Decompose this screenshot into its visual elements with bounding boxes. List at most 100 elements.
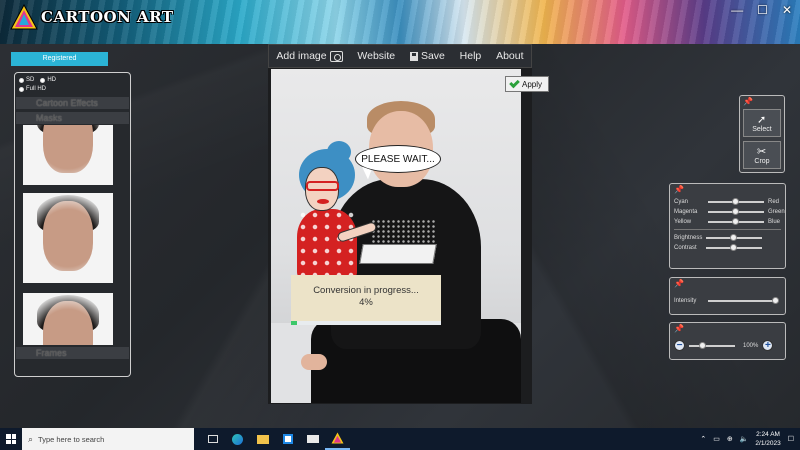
slider-knob[interactable] bbox=[732, 198, 739, 205]
slider-knob[interactable] bbox=[772, 297, 779, 304]
cw-body bbox=[297, 209, 357, 279]
cartoon-art-taskbar-icon[interactable] bbox=[325, 428, 350, 450]
mail-icon[interactable] bbox=[300, 428, 325, 450]
mask-thumbnails bbox=[16, 125, 129, 345]
window-controls: — ☐ ✕ bbox=[731, 3, 792, 17]
slider-yellow-label: Yellow bbox=[674, 219, 692, 225]
start-button[interactable] bbox=[0, 428, 22, 450]
radio-full-hd-dot bbox=[19, 87, 24, 92]
mask-thumbnail[interactable] bbox=[23, 193, 113, 283]
apply-label: Apply bbox=[522, 79, 543, 89]
taskbar-search[interactable]: ⌕ Type here to search bbox=[22, 428, 194, 450]
slider-knob[interactable] bbox=[730, 244, 737, 251]
divider bbox=[674, 229, 781, 230]
image-canvas: PLEASE WAIT... Conversion in progress...… bbox=[268, 66, 532, 404]
progress-dialog: Conversion in progress... 4% bbox=[291, 275, 441, 321]
maximize-button[interactable]: ☐ bbox=[757, 3, 768, 17]
slider-brightness[interactable]: Brightness bbox=[674, 234, 762, 241]
radio-sd-dot bbox=[19, 78, 24, 83]
slider-red-label: Red bbox=[768, 199, 780, 205]
radio-sd-label: SD bbox=[26, 77, 35, 83]
clock[interactable]: 2:24 AM 2/1/2023 bbox=[755, 430, 780, 448]
photo-hand bbox=[301, 354, 327, 370]
slider-knob[interactable] bbox=[730, 234, 737, 241]
slider-cyan-label: Cyan bbox=[674, 199, 689, 205]
slider-knob[interactable] bbox=[732, 208, 739, 215]
file-explorer-icon[interactable] bbox=[250, 428, 275, 450]
crop-tool-button[interactable]: ✂ Crop bbox=[743, 141, 781, 169]
volume-icon[interactable]: 🔈 bbox=[740, 435, 749, 443]
edge-icon[interactable] bbox=[225, 428, 250, 450]
effects-panel: SD HD Full HD Cartoon Effects Masks Fram… bbox=[14, 72, 131, 377]
slider-blue-label: Blue bbox=[768, 219, 781, 225]
progress-text: Conversion in progress... bbox=[313, 285, 419, 296]
clock-date: 2/1/2023 bbox=[755, 440, 781, 447]
slider-track[interactable] bbox=[706, 244, 762, 251]
slider-track[interactable] bbox=[708, 297, 779, 304]
slider-green-label: Green bbox=[768, 209, 785, 215]
zoom-knob[interactable] bbox=[698, 341, 706, 349]
section-cartoon-effects[interactable]: Cartoon Effects bbox=[16, 97, 129, 109]
resolution-options: SD HD Full HD bbox=[19, 76, 56, 94]
menu-about[interactable]: About bbox=[496, 50, 523, 62]
header-banner: CARTOON ART — ☐ ✕ bbox=[0, 0, 800, 44]
thumb-brush-mask bbox=[23, 193, 113, 283]
select-tool-button[interactable]: ➚ Select bbox=[743, 109, 781, 137]
photo-preview[interactable]: PLEASE WAIT... Conversion in progress...… bbox=[271, 69, 521, 403]
progress-fill bbox=[291, 321, 297, 325]
section-frames[interactable]: Frames bbox=[16, 347, 129, 359]
radio-hd[interactable]: HD bbox=[40, 76, 56, 85]
radio-sd[interactable]: SD bbox=[19, 76, 34, 85]
check-icon bbox=[509, 77, 520, 88]
slider-brightness-label: Brightness bbox=[674, 235, 703, 241]
slider-track[interactable] bbox=[708, 198, 764, 205]
chevron-up-icon[interactable]: ⌃ bbox=[700, 435, 706, 443]
pin-icon[interactable]: 📌 bbox=[743, 97, 753, 106]
zoom-out-icon[interactable]: − bbox=[674, 340, 685, 351]
cursor-arrow-icon: ➚ bbox=[757, 114, 767, 126]
minimize-button[interactable]: — bbox=[731, 3, 743, 17]
cartoon-art-triangle-icon bbox=[331, 432, 344, 444]
slider-track[interactable] bbox=[708, 208, 764, 215]
apply-button[interactable]: Apply bbox=[505, 76, 549, 92]
cw-glasses bbox=[306, 181, 339, 191]
slider-intensity[interactable]: Intensity bbox=[674, 297, 779, 304]
menu-add-image[interactable]: Add image bbox=[276, 50, 343, 62]
slider-contrast[interactable]: Contrast bbox=[674, 244, 762, 251]
zoom-track[interactable] bbox=[689, 341, 735, 349]
pin-icon[interactable]: 📌 bbox=[674, 279, 684, 288]
slider-track[interactable] bbox=[708, 218, 764, 225]
slider-track[interactable] bbox=[706, 234, 762, 241]
globe-icon[interactable]: ⊕ bbox=[727, 435, 733, 443]
pin-icon[interactable]: 📌 bbox=[674, 185, 684, 194]
section-masks[interactable]: Masks bbox=[16, 112, 129, 124]
notification-icon[interactable]: ☐ bbox=[788, 435, 794, 443]
mask-thumbnail[interactable] bbox=[23, 293, 113, 345]
zoom-in-icon[interactable]: + bbox=[762, 340, 774, 351]
slider-cyan-red[interactable]: Cyan Red bbox=[674, 198, 780, 205]
radio-hd-dot bbox=[40, 78, 46, 83]
search-placeholder: Type here to search bbox=[38, 434, 105, 444]
radio-full-hd[interactable]: Full HD bbox=[19, 85, 46, 94]
store-icon[interactable] bbox=[275, 428, 300, 450]
menu-help-label: Help bbox=[459, 50, 482, 62]
thumb-brush-mask bbox=[23, 293, 113, 345]
slider-yellow-blue[interactable]: Yellow Blue bbox=[674, 218, 781, 225]
logo-triangle-icon bbox=[10, 4, 38, 30]
mask-thumbnail[interactable] bbox=[23, 125, 113, 185]
taskbar: ⌕ Type here to search ⌃ ▭ ⊕ 🔈 2:24 AM 2/… bbox=[0, 428, 800, 450]
progress-bar bbox=[291, 321, 441, 325]
menu-save[interactable]: Save bbox=[409, 50, 445, 62]
close-button[interactable]: ✕ bbox=[782, 3, 792, 17]
network-icon[interactable]: ▭ bbox=[713, 435, 720, 443]
slider-knob[interactable] bbox=[732, 218, 739, 225]
intensity-panel: 📌 Intensity bbox=[669, 277, 786, 315]
pin-icon[interactable]: 📌 bbox=[674, 324, 684, 333]
menu-website[interactable]: Website bbox=[357, 50, 395, 62]
registered-badge: Registered bbox=[11, 52, 108, 66]
slider-intensity-label: Intensity bbox=[674, 298, 697, 304]
task-view-icon[interactable] bbox=[200, 428, 225, 450]
windows-logo-icon bbox=[6, 434, 16, 444]
slider-magenta-green[interactable]: Magenta Green bbox=[674, 208, 785, 215]
menu-help[interactable]: Help bbox=[460, 50, 482, 62]
